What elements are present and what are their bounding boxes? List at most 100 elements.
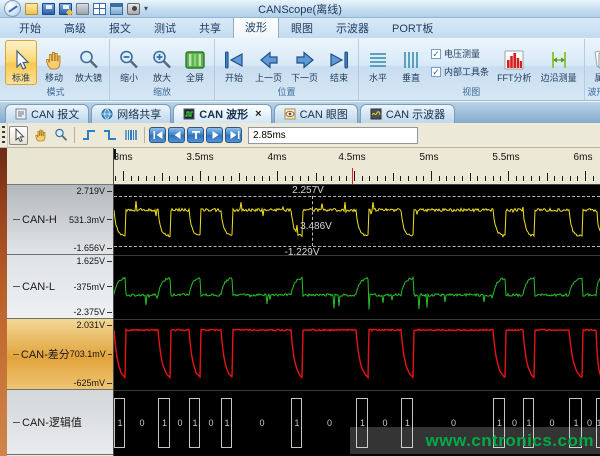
ribbon-button-标准[interactable]: 标准 (5, 40, 37, 85)
ruler-tick (385, 176, 386, 181)
app-logo-button[interactable] (4, 0, 21, 17)
save-icon[interactable] (42, 3, 55, 15)
checkbox-内部工具条[interactable]: ✓内部工具条 (431, 65, 489, 78)
ribbon-tab-共享[interactable]: 共享 (188, 17, 232, 38)
ribbon-button-label: 上一页 (255, 73, 282, 83)
ribbon-button-label: 放大镜 (75, 73, 102, 83)
channel-row-CAN-L[interactable]: 1.625VCAN-L-375mV-2.375V (7, 255, 113, 319)
ruler-tick (416, 176, 417, 181)
can-l-trace-track[interactable] (114, 255, 600, 319)
snapshot-icon[interactable] (127, 3, 140, 15)
ruler-tick (223, 176, 224, 181)
checkbox-box-icon[interactable]: ✓ (431, 67, 441, 77)
time-ruler[interactable]: 3ms3.5ms4ms4.5ms5ms5.5ms6ms (114, 148, 600, 185)
ribbon-tab-开始[interactable]: 开始 (8, 17, 52, 38)
edge-icon (547, 47, 571, 72)
toolbar-grip[interactable] (0, 123, 8, 147)
ribbon-button-开始[interactable]: 开始 (218, 40, 250, 85)
frame-bars-button[interactable] (121, 126, 140, 145)
ribbon-button-label: FFT分析 (497, 73, 532, 83)
ribbon-button-结束[interactable]: 结束 (323, 40, 355, 85)
select-mode-button[interactable] (9, 126, 28, 145)
go-next-button[interactable] (206, 127, 223, 143)
ribbon-button-边沿测量[interactable]: 边沿测量 (537, 40, 581, 85)
new-window-icon[interactable] (110, 3, 123, 15)
channel-name: CAN-逻辑值 (22, 414, 82, 430)
doc-tab-CAN 波形[interactable]: CAN 波形× (173, 104, 271, 123)
ribbon-button-下一页[interactable]: 下一页 (287, 40, 322, 85)
fft-icon (502, 47, 526, 72)
channel-color-strip (0, 148, 7, 456)
ribbon-button-垂直[interactable]: 垂直 (395, 40, 427, 85)
ribbon-tab-波形[interactable]: 波形 (233, 15, 279, 38)
channel-name: CAN-H (22, 214, 57, 226)
ribbon-tab-报文[interactable]: 报文 (98, 17, 142, 38)
ribbon-tab-测试[interactable]: 测试 (143, 17, 187, 38)
scale-tick (107, 219, 112, 220)
channel-row-CAN-差分[interactable]: 2.031VCAN-差分703.1mV-625mV (7, 319, 113, 390)
ribbon-button-缩小[interactable]: 缩小 (113, 40, 145, 85)
ribbon-button-全屏[interactable]: 全屏 (179, 40, 211, 85)
magnifier-icon (77, 47, 101, 72)
go-first-button[interactable] (149, 127, 166, 143)
doc-tab-CAN 示波器[interactable]: CAN 示波器 (360, 104, 455, 123)
doc-msg-icon (15, 108, 27, 120)
ruler-tick (477, 176, 478, 181)
doc-tab-CAN 眼图[interactable]: CAN 眼图 (274, 104, 358, 123)
scale-value: 1.625V (76, 256, 105, 266)
channel-scale-bottom: -625mV (73, 378, 112, 388)
ribbon-button-水平[interactable]: 水平 (362, 40, 394, 85)
ribbon-tab-高级[interactable]: 高级 (53, 17, 97, 38)
open-file-icon[interactable] (25, 3, 38, 15)
rising-edge-button[interactable] (79, 126, 98, 145)
waveform-tracks[interactable]: 2.257V3.486V-1.229V101010101010101010101… (114, 185, 600, 456)
doc-tab-网络共享[interactable]: 网络共享 (91, 104, 171, 123)
ribbon-button-放大镜[interactable]: 放大镜 (71, 40, 106, 85)
can-diff-trace-track[interactable] (114, 319, 600, 390)
ruler-tick (115, 176, 116, 181)
channel-connector (13, 422, 20, 423)
go-last-button[interactable] (225, 127, 242, 143)
ruler-label-4ms: 4ms (268, 152, 287, 163)
ruler-tick (346, 176, 347, 181)
ruler-tick (354, 171, 355, 181)
ribbon-button-FFT分析[interactable]: FFT分析 (493, 40, 536, 85)
save-as-icon[interactable] (59, 3, 72, 15)
waveform-view: 2.719VCAN-H531.3mV-1.656V1.625V CAN-L -375… (0, 148, 600, 456)
doc-eye-icon (284, 108, 296, 120)
ribbon-button-移动[interactable]: 移动 (38, 40, 70, 85)
checkbox-电压测量[interactable]: ✓电压测量 (431, 47, 489, 60)
can-h-trace-track[interactable]: 2.257V3.486V-1.229V (114, 185, 600, 255)
channel-row-CAN-H[interactable]: 2.719VCAN-H531.3mV-1.656V (7, 185, 113, 255)
ribbon-tab-眼图[interactable]: 眼图 (280, 17, 324, 38)
ruler-tick (554, 176, 555, 181)
zoom-mode-button[interactable] (51, 126, 70, 145)
falling-edge-button[interactable] (100, 126, 119, 145)
ribbon-tab-PORT板[interactable]: PORT板 (381, 17, 444, 38)
ribbon-button-放大[interactable]: 放大 (146, 40, 178, 85)
logic-bit-value: 0 (259, 418, 264, 428)
quick-access-dropdown-icon[interactable]: ▾ (144, 4, 148, 13)
ribbon-button-label: 垂直 (402, 73, 420, 83)
ruler-tick (523, 176, 524, 181)
ruler-label-3.5ms: 3.5ms (186, 152, 213, 163)
tile-windows-icon[interactable] (93, 3, 106, 15)
channel-name: CAN-L (22, 281, 55, 293)
close-tab-icon[interactable]: × (255, 109, 261, 119)
ribbon-button-属性[interactable]: 属性 (588, 40, 600, 85)
ribbon-button-上一页[interactable]: 上一页 (251, 40, 286, 85)
ruler-red-cursor[interactable] (352, 168, 353, 184)
quick-access-toolbar: ▾ (4, 0, 148, 17)
checkbox-box-icon[interactable]: ✓ (431, 49, 441, 59)
ruler-tick (239, 173, 240, 181)
connect-device-icon[interactable] (76, 3, 89, 15)
channel-scale-mid: -375mV (73, 282, 105, 292)
doc-tab-CAN 报文[interactable]: CAN 报文 (5, 104, 89, 123)
go-trigger-button[interactable] (187, 127, 204, 143)
channel-row-CAN-逻辑值[interactable]: CAN-逻辑值 (7, 390, 113, 455)
pan-mode-button[interactable] (30, 126, 49, 145)
scale-value: -1.656V (73, 243, 105, 253)
ribbon-tab-示波器[interactable]: 示波器 (325, 17, 380, 38)
time-position-input[interactable] (248, 127, 418, 144)
go-prev-button[interactable] (168, 127, 185, 143)
